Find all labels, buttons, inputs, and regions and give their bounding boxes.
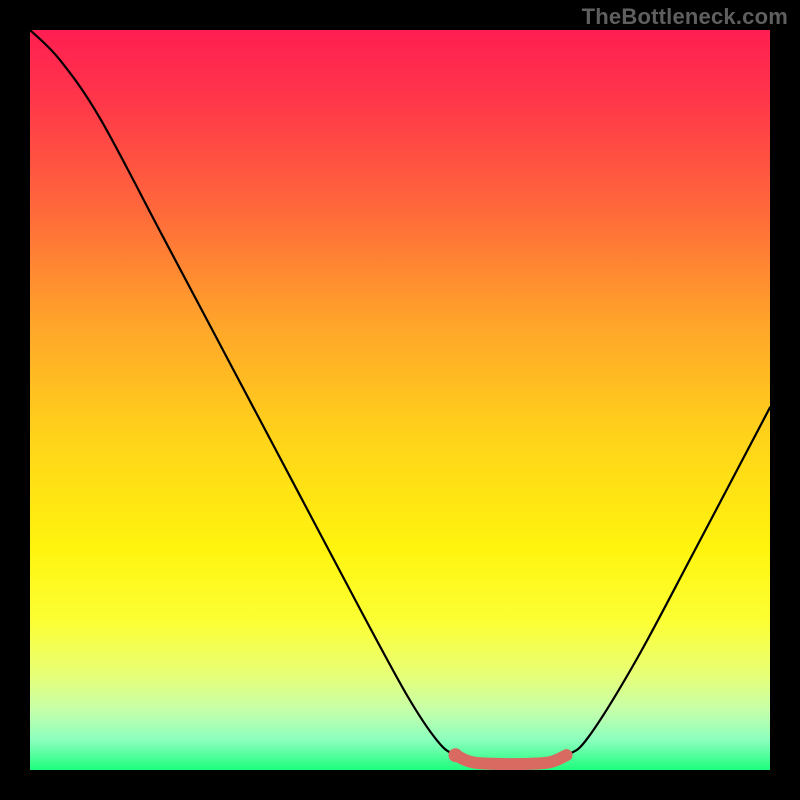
gradient-background [30,30,770,770]
plot-area [30,30,770,770]
watermark-text: TheBottleneck.com [582,4,788,30]
chart-frame: TheBottleneck.com [0,0,800,800]
optimal-zone-start-dot [449,748,463,762]
chart-svg [30,30,770,770]
